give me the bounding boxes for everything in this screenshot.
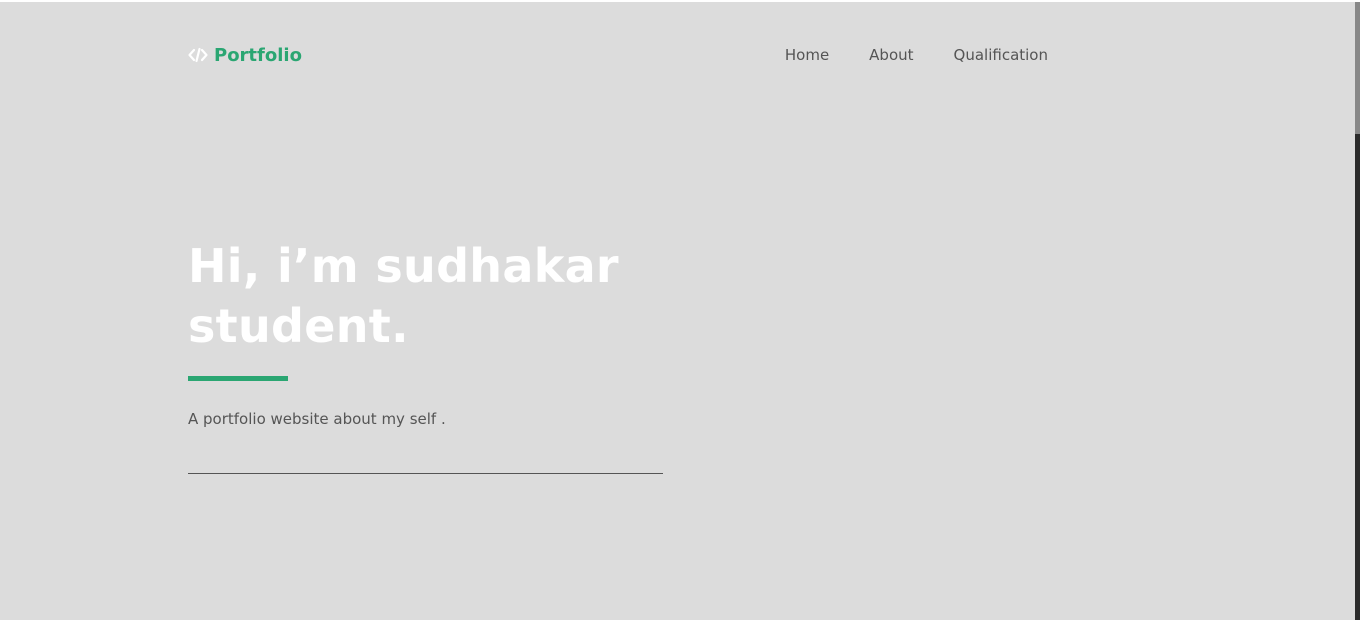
- hero-title: Hi, i’m sudhakar student.: [188, 236, 708, 356]
- hero-title-line-2: student.: [188, 299, 409, 353]
- site-header: Portfolio Home About Qualification: [188, 40, 1048, 70]
- accent-bar: [188, 376, 288, 381]
- scrollbar-thumb[interactable]: [1355, 2, 1360, 134]
- nav-qualification[interactable]: Qualification: [954, 46, 1048, 64]
- main-nav: Home About Qualification: [785, 46, 1048, 64]
- hero-divider: [188, 473, 663, 474]
- nav-home[interactable]: Home: [785, 46, 829, 64]
- logo-text: Portfolio: [214, 44, 302, 66]
- page: Portfolio Home About Qualification Hi, i…: [0, 0, 1360, 620]
- hero-title-line-1: Hi, i’m sudhakar: [188, 239, 619, 293]
- hero-description: A portfolio website about my self .: [188, 410, 446, 428]
- nav-about[interactable]: About: [869, 46, 913, 64]
- code-icon: [188, 47, 208, 63]
- scrollbar[interactable]: [1355, 2, 1360, 620]
- logo-link[interactable]: Portfolio: [188, 45, 302, 66]
- hero-section: Hi, i’m sudhakar student. A portfolio we…: [188, 236, 708, 428]
